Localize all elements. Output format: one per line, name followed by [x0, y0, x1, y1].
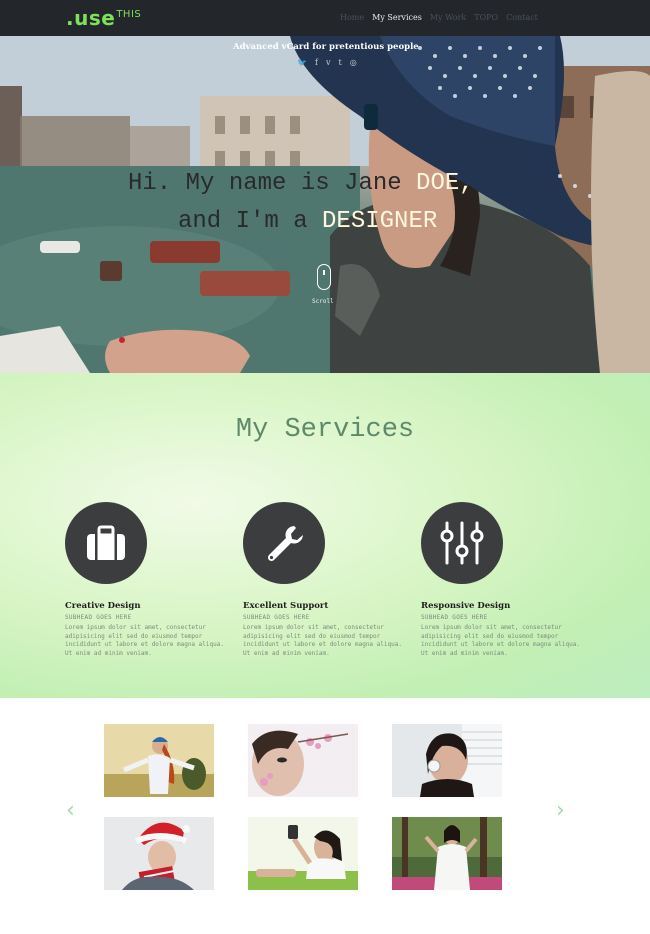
service-description: Lorem ipsum dolor sit amet, consectetur …	[65, 624, 224, 657]
tumblr-icon[interactable]: t	[338, 58, 341, 67]
nav-contact[interactable]: Contact	[506, 13, 538, 22]
service-card-creative-design: Creative Design SUBHEAD GOES HERE Lorem …	[65, 502, 245, 658]
vimeo-icon[interactable]: v	[326, 58, 331, 67]
logo-sup: THIS	[116, 9, 142, 20]
hero-line2-prefix: and I'm a	[178, 208, 323, 235]
hero-section: Advanced vCard for pretentious people 🐦 …	[0, 36, 650, 373]
service-title: Excellent Support	[243, 601, 329, 611]
logo[interactable]: .useTHIS	[66, 6, 141, 30]
facebook-icon[interactable]: f	[315, 58, 318, 67]
hero-line1-highlight: DOE,	[416, 170, 474, 197]
hero-line1-prefix: Hi. My name is Jane	[128, 170, 417, 197]
logo-main: .use	[66, 6, 116, 30]
hero-tagline: Advanced vCard for pretentious people	[233, 42, 419, 52]
dribbble-icon[interactable]: ◎	[350, 58, 357, 67]
service-title: Responsive Design	[421, 601, 511, 611]
service-description: Lorem ipsum dolor sit amet, consectetur …	[243, 624, 402, 657]
nav-links: Home My Services My Work TOPO Contact	[340, 13, 538, 22]
twitter-icon[interactable]: 🐦	[297, 58, 307, 67]
service-title: Creative Design	[65, 601, 141, 611]
mouse-scroll-icon[interactable]	[317, 264, 331, 290]
portfolio-section: ‹ ›	[0, 698, 650, 934]
service-card-excellent-support: Excellent Support SUBHEAD GOES HERE Lore…	[243, 502, 423, 658]
social-links: 🐦 f v t ◎	[297, 58, 357, 67]
service-subtitle: SUBHEAD GOES HERE	[421, 614, 488, 621]
service-description: Lorem ipsum dolor sit amet, consectetur …	[421, 624, 580, 657]
service-card-responsive-design: Responsive Design SUBHEAD GOES HERE Lore…	[421, 502, 601, 658]
portfolio-thumb-camera[interactable]	[248, 817, 358, 890]
carousel-prev-arrow-icon[interactable]: ‹	[66, 798, 75, 823]
wrench-icon	[243, 502, 325, 584]
carousel-next-arrow-icon[interactable]: ›	[556, 798, 565, 823]
nav-home[interactable]: Home	[340, 13, 364, 22]
portfolio-thumb-santa[interactable]	[104, 817, 214, 890]
nav-topo[interactable]: TOPO	[474, 13, 498, 22]
portfolio-thumb-park[interactable]	[392, 817, 502, 890]
service-subtitle: SUBHEAD GOES HERE	[65, 614, 132, 621]
scroll-label[interactable]: Scroll	[312, 298, 334, 305]
hero-heading-line2: and I'm a DESIGNER	[178, 208, 437, 235]
nav-my-services[interactable]: My Services	[372, 13, 422, 22]
hero-line2-highlight: DESIGNER	[322, 208, 438, 235]
service-subtitle: SUBHEAD GOES HERE	[243, 614, 310, 621]
hero-background-photo	[0, 36, 650, 373]
portfolio-thumb-headphones[interactable]	[392, 724, 502, 797]
hero-heading-line1: Hi. My name is Jane DOE,	[128, 170, 474, 197]
services-title: My Services	[235, 415, 415, 445]
portfolio-thumb-flowers[interactable]	[248, 724, 358, 797]
portfolio-thumb-meadow[interactable]	[104, 724, 214, 797]
sliders-icon	[421, 502, 503, 584]
services-section: My Services Creative Design SUBHEAD GOES…	[0, 373, 650, 698]
nav-my-work[interactable]: My Work	[430, 13, 466, 22]
top-navbar: .useTHIS Home My Services My Work TOPO C…	[0, 0, 650, 36]
briefcase-icon	[65, 502, 147, 584]
